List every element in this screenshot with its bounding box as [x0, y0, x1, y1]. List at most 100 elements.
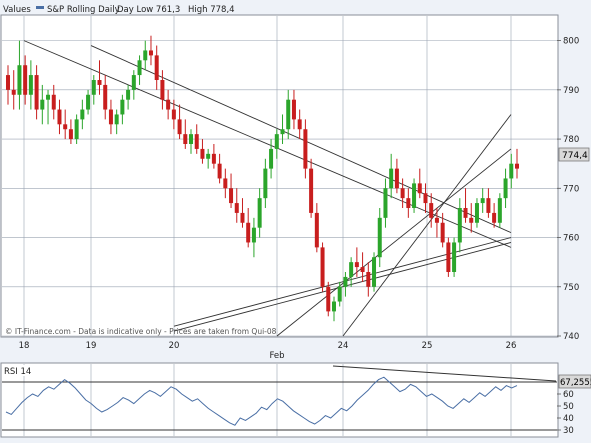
x-tick-label: 18 [19, 341, 30, 351]
candle-body [91, 80, 96, 95]
candle-body [103, 84, 108, 110]
candle-body [189, 134, 194, 144]
candle-body [217, 163, 222, 179]
candle-body [80, 109, 85, 120]
x-tick-label: 26 [506, 341, 517, 351]
candle-body [360, 267, 365, 272]
candle-body [183, 134, 188, 144]
candle-body [120, 99, 125, 115]
price-y-tick-label: 740 [563, 332, 579, 342]
candle-body [440, 222, 445, 243]
candle-body [177, 119, 182, 135]
candle-body [154, 55, 159, 80]
last-price-label: 774,4 [562, 151, 588, 161]
candle-body [497, 198, 502, 223]
candle-body [137, 60, 142, 76]
candle-body [166, 99, 171, 110]
candle-body [269, 148, 274, 169]
rsi-y-tick-label: 30 [563, 426, 574, 436]
candle-body [457, 208, 462, 243]
candle-body [160, 80, 165, 100]
candle-body [394, 168, 399, 189]
candle-body [240, 212, 245, 223]
candle [452, 237, 457, 277]
candle-body [343, 276, 348, 287]
candle-body [372, 257, 377, 287]
price-y-tick-label: 800 [563, 37, 579, 47]
candle-body [354, 262, 359, 268]
candle-body [234, 203, 239, 213]
candle-body [377, 217, 382, 258]
candle-body [309, 168, 314, 213]
candle-body [51, 94, 56, 110]
candle-body [143, 50, 148, 61]
price-panel: 740 750 760 770 780 790 800 774,4 Values S&P R… [0, 2, 590, 342]
candle-body [126, 89, 131, 100]
candle-body [68, 129, 73, 140]
rsi-title: RSI 14 [4, 367, 31, 377]
candle-body [492, 212, 497, 223]
candle [446, 237, 451, 277]
candle-body [23, 65, 28, 95]
candle-body [148, 50, 153, 56]
candle-body [280, 129, 285, 135]
watermark-text: © IT-Finance.com - Data is indicative on… [5, 327, 277, 336]
price-plot-area [0, 14, 559, 338]
candle-body [108, 109, 113, 125]
candle-body [446, 242, 451, 272]
candle-body [349, 262, 354, 277]
price-y-tick-label: 780 [563, 135, 579, 145]
rsi-last-value-label: 67,2555 [560, 378, 591, 388]
candle-body [337, 286, 342, 302]
candle-body [434, 217, 439, 223]
candle [372, 252, 377, 292]
candle-body [251, 227, 256, 243]
price-header: Values S&P Rolling Daily Day Low 761,3 H… [1, 2, 241, 15]
candle [497, 193, 502, 228]
x-tick-label: Feb [269, 351, 284, 361]
price-y-tick-label: 750 [563, 283, 579, 293]
candle-body [474, 203, 479, 223]
candle-body [223, 178, 228, 189]
candle-body [131, 75, 136, 90]
candle-body [297, 119, 302, 130]
candle-body [28, 75, 33, 95]
candle-body [463, 208, 468, 218]
candle-body [17, 65, 22, 95]
candle [320, 242, 325, 292]
candle-body [34, 75, 39, 110]
candle-body [263, 168, 268, 199]
candle-body [229, 188, 234, 204]
rsi-y-tick-label: 40 [563, 414, 574, 424]
candle-body [417, 183, 422, 194]
last-price-marker: 774,4 [558, 147, 590, 162]
x-tick-label: 20 [169, 341, 180, 351]
candle-body [211, 153, 216, 164]
candle-body [509, 163, 514, 179]
candle-body [171, 109, 176, 120]
series-name-label: S&P Rolling Daily [47, 5, 120, 15]
candle-body [86, 94, 91, 110]
rsi-y-tick-label: 50 [563, 402, 574, 412]
candle-body [206, 153, 211, 159]
candle-body [320, 247, 325, 287]
candle-body [406, 198, 411, 208]
candle-body [383, 188, 388, 218]
rsi-y-tick-label: 60 [563, 390, 574, 400]
rsi-panel: 30 40 50 60 RSI 14 67,2555 [0, 362, 591, 438]
candle-body [194, 134, 199, 149]
high-label: High 778,4 [188, 5, 235, 15]
values-label: Values [3, 5, 31, 15]
candle-body [400, 188, 405, 199]
candle-body [46, 94, 51, 100]
candle-body [423, 193, 428, 204]
candle-body [303, 129, 308, 169]
candle-body [274, 134, 279, 149]
candle-body [514, 163, 520, 169]
candle-body [40, 99, 45, 110]
price-y-tick-label: 770 [563, 184, 579, 194]
candle-body [480, 198, 485, 204]
candle-body [412, 183, 417, 208]
candle-body [503, 178, 508, 199]
series-legend-swatch [36, 6, 44, 9]
